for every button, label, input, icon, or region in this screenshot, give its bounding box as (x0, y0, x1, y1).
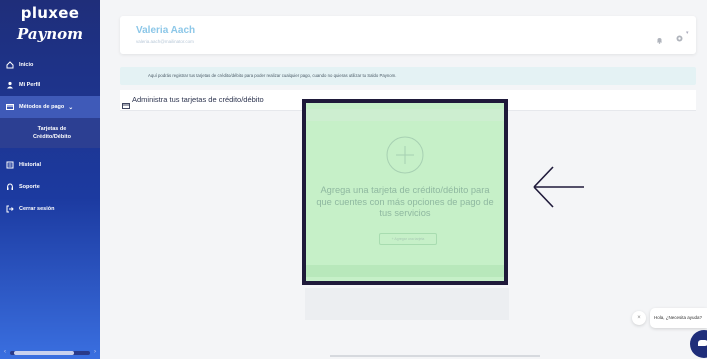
card-icon (122, 96, 130, 109)
sidebar-scrollbar[interactable]: ‹ › (4, 349, 96, 356)
chat-launcher-button[interactable] (690, 330, 707, 358)
sidebar-item-label: Inicio (19, 62, 34, 68)
chat-close-button[interactable]: × (632, 311, 646, 325)
sidebar-item-cerrar-sesion[interactable]: Cerrar sesión (0, 198, 100, 220)
sidebar-item-label: Mi Perfil (19, 82, 41, 88)
sidebar-item-inicio[interactable]: Inicio (0, 56, 100, 74)
sidebar-item-label: Cerrar sesión (19, 206, 55, 212)
scroll-left-icon[interactable]: ‹ (4, 349, 6, 355)
scrollbar-thumb[interactable] (14, 351, 74, 355)
sidebar-item-historial[interactable]: Historial (0, 154, 100, 176)
card-icon (6, 103, 14, 111)
user-icon (6, 81, 14, 89)
pluxee-logo: pluxee (20, 4, 80, 22)
sidebar-item-soporte[interactable]: Soporte (0, 176, 100, 198)
empty-state-highlight: Agrega una tarjeta de crédito/débito par… (302, 99, 508, 285)
support-icon (6, 183, 14, 191)
logout-icon (6, 205, 14, 213)
empty-state-message: Agrega una tarjeta de crédito/débito par… (316, 185, 494, 218)
chat-greeting-bubble[interactable]: Hola, ¿Necesita ayuda? (650, 308, 707, 328)
user-email: valeria.aach@mailinator.com (136, 39, 194, 44)
add-card-button[interactable]: + Agregar una tarjeta (379, 233, 437, 245)
sidebar-item-mi-perfil[interactable]: Mi Perfil (0, 74, 100, 96)
scroll-right-icon[interactable]: › (94, 349, 96, 355)
history-icon (6, 161, 14, 169)
user-header: Valeria Aach valeria.aach@mailinator.com… (120, 16, 696, 54)
paynom-logo: Paynom (16, 25, 84, 43)
info-banner: Aquí podrás registrar tus tarjetas de cr… (120, 67, 696, 85)
chat-icon (698, 340, 707, 346)
bell-icon[interactable] (656, 31, 663, 44)
sidebar: pluxee Paynom Inicio Mi Perfil Métodos d… (0, 0, 100, 359)
arrow-left-icon (533, 166, 584, 208)
gear-icon[interactable] (675, 30, 684, 42)
sidebar-item-label: Historial (19, 162, 42, 168)
section-title: Administra tus tarjetas de crédito/débit… (132, 95, 264, 104)
user-name: Valeria Aach (136, 25, 196, 36)
sidebar-nav: Inicio Mi Perfil Métodos de pago ⌄ Tarje… (0, 56, 100, 220)
add-card-plus-icon[interactable] (385, 135, 425, 175)
home-icon (6, 61, 14, 69)
sidebar-item-label: Soporte (19, 184, 40, 190)
content-background (305, 288, 509, 320)
chevron-down-icon: ⌄ (68, 104, 74, 111)
divider (330, 355, 540, 357)
sidebar-item-metodos-de-pago[interactable]: Métodos de pago ⌄ (0, 96, 100, 118)
chevron-down-icon[interactable]: ▾ (686, 30, 689, 36)
sidebar-item-label: Métodos de pago (19, 104, 65, 110)
info-text: Aquí podrás registrar tus tarjetas de cr… (148, 73, 397, 78)
sidebar-subitem-tarjetas[interactable]: Tarjetas de Crédito/Débito (0, 118, 100, 148)
